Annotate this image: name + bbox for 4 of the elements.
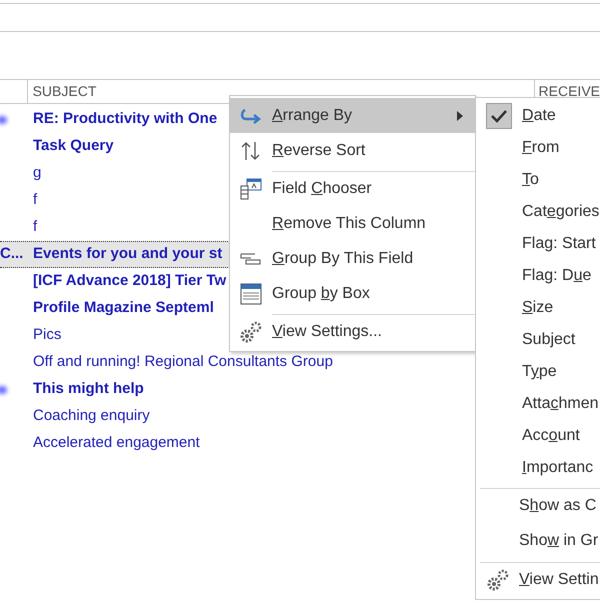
table-cell-text: C...	[0, 244, 24, 264]
subject-cell-text: RE: Productivity with One	[33, 109, 218, 130]
subject-cell-text: Events for you and your st	[33, 244, 222, 264]
subject-cell-text: This might help	[33, 379, 144, 400]
